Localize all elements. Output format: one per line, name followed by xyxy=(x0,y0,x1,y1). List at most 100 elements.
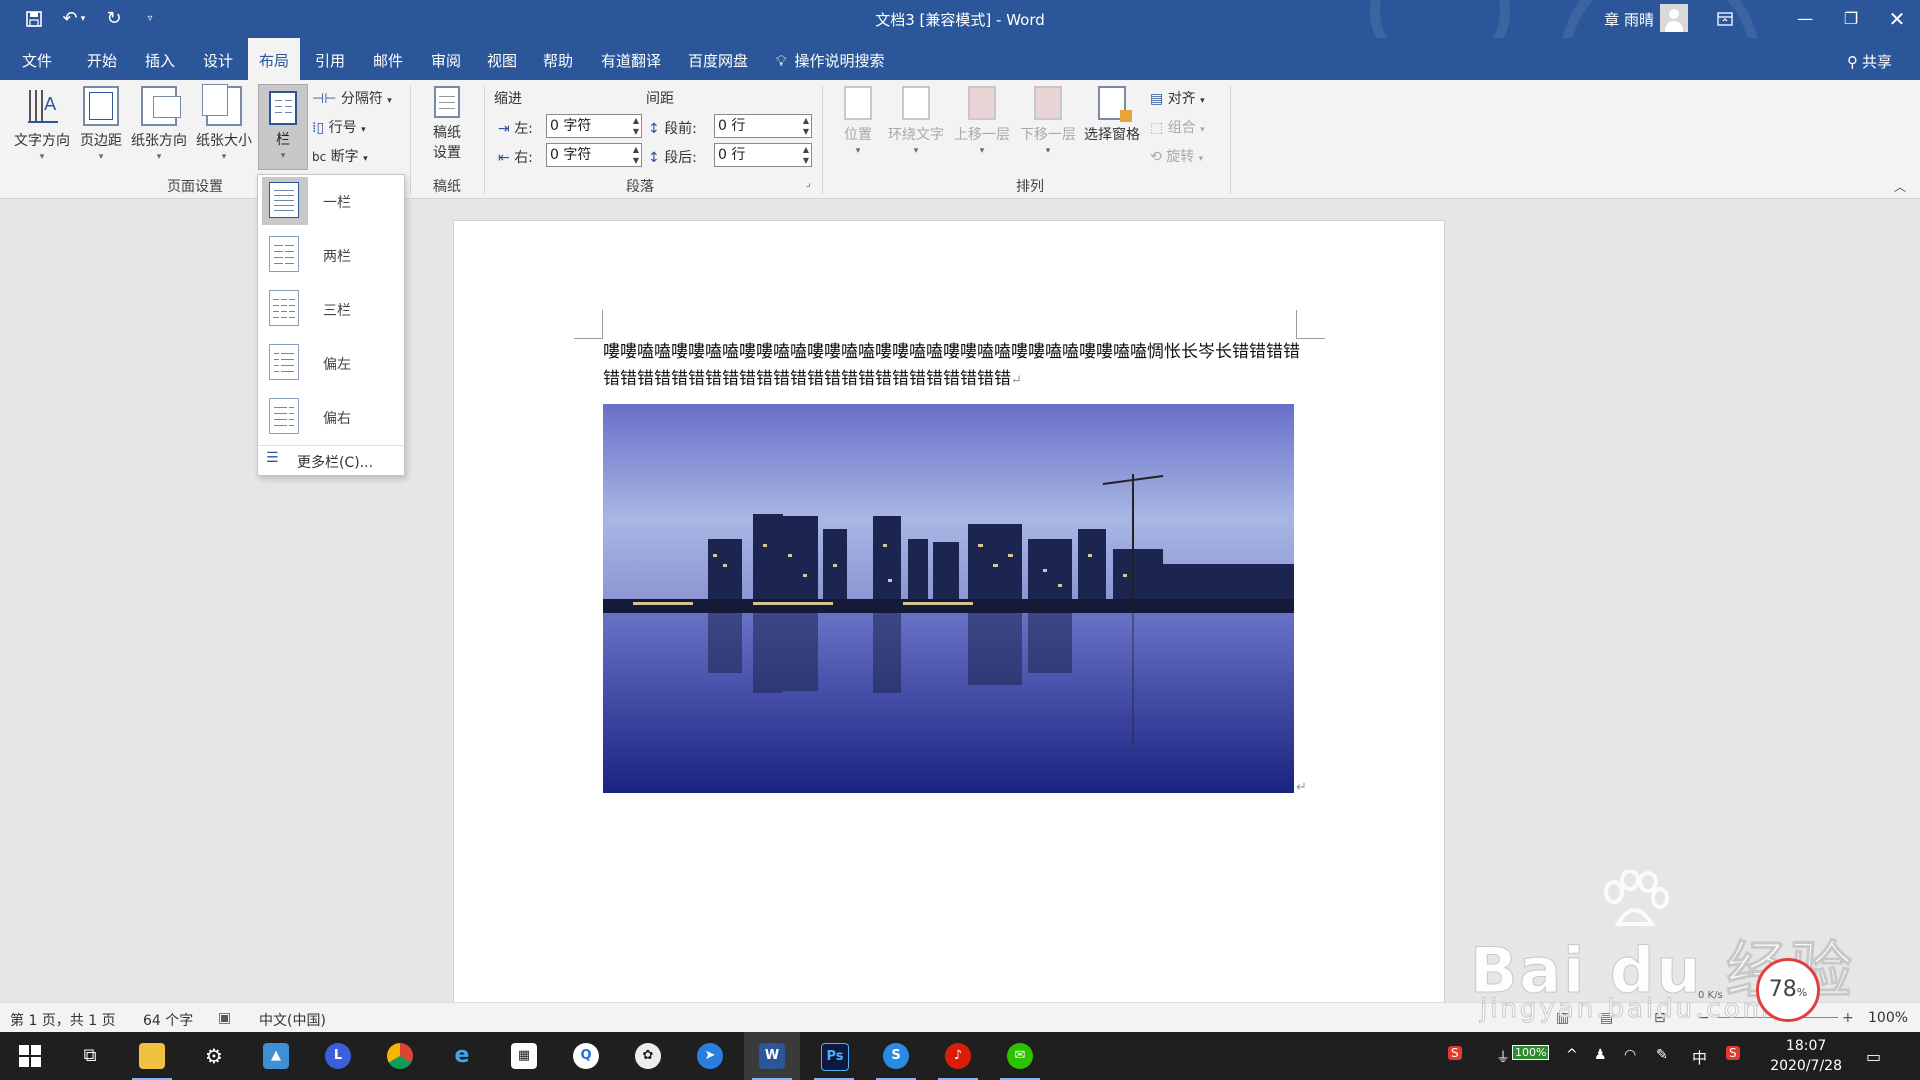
breaks-button[interactable]: ⊣⊢ 分隔符 ▾ xyxy=(312,88,392,108)
spinner-arrows-icon[interactable]: ▲ ▼ xyxy=(633,115,639,137)
space-before-label: ↕ 段前: xyxy=(648,121,697,137)
chevron-down-icon: ▾ xyxy=(979,146,985,156)
margins-icon xyxy=(83,86,119,126)
orientation-button[interactable]: 纸张方向 ▾ xyxy=(128,86,190,162)
taskbar-store[interactable]: ▦ xyxy=(496,1032,552,1080)
start-button[interactable] xyxy=(2,1032,58,1080)
taskbar-ie[interactable]: e xyxy=(434,1032,490,1080)
tab-home[interactable]: 开始 xyxy=(74,38,130,80)
notification-icon[interactable]: ▭ xyxy=(1866,1047,1881,1066)
columns-option-two[interactable]: 两栏 xyxy=(258,229,404,283)
tab-help[interactable]: 帮助 xyxy=(530,38,586,80)
align-button[interactable]: ▤ 对齐 ▾ xyxy=(1150,88,1205,108)
chevron-down-icon: ▾ xyxy=(156,152,162,162)
sogou-tray-icon[interactable]: S xyxy=(1448,1046,1462,1060)
tab-design[interactable]: 设计 xyxy=(190,38,246,80)
qq-icon[interactable]: ♟ xyxy=(1594,1047,1607,1063)
bring-forward-button[interactable]: 上移一层 ▾ xyxy=(950,86,1014,156)
columns-option-right[interactable]: 偏右 xyxy=(258,391,404,445)
document-body-text[interactable]: 嘍嘍嗑嗑嘍嘍嗑嗑嘍嘍嗑嗑嘍嘍嗑嗑嘍嘍嗑嗑嘍嘍嗑嗑嘍嘍嗑嗑嘍嘍嗑嗑惆怅长岑长错错错… xyxy=(603,339,1303,394)
columns-option-left[interactable]: 偏左 xyxy=(258,337,404,391)
more-columns-button[interactable]: ☰ 更多栏(C)... xyxy=(258,445,404,474)
person-icon: ⚲ xyxy=(1846,53,1858,71)
dialog-launcher-icon[interactable]: ⌟ xyxy=(806,178,811,189)
battery-indicator[interactable]: 100% xyxy=(1512,1045,1550,1060)
tab-view[interactable]: 视图 xyxy=(474,38,530,80)
manuscript-icon xyxy=(434,86,460,118)
spinner-arrows-icon[interactable]: ▲ ▼ xyxy=(633,144,639,166)
proofing-icon[interactable]: ▣ xyxy=(218,1010,231,1026)
taskbar: ⧉ ⚙ ▲ L e ▦ Q ✿ ➤ W Ps S ♪ ✉ S ⏚ 100% ^ … xyxy=(0,1032,1920,1080)
taskbar-clock-app[interactable]: L xyxy=(310,1032,366,1080)
columns-option-one[interactable]: 一栏 xyxy=(258,175,404,229)
taskbar-netease-music[interactable]: ♪ xyxy=(930,1032,986,1080)
position-button[interactable]: 位置 ▾ xyxy=(836,86,880,156)
tab-youdao[interactable]: 有道翻译 xyxy=(592,38,670,80)
taskbar-settings[interactable]: ⚙ xyxy=(186,1032,242,1080)
wrap-text-icon xyxy=(902,86,930,120)
group-button[interactable]: ⬚ 组合 ▾ xyxy=(1150,117,1205,137)
line-numbers-button[interactable]: ⁞▯ 行号 ▾ xyxy=(312,117,366,137)
hyphenation-button[interactable]: bc 断字 ▾ xyxy=(312,146,368,166)
taskbar-photoshop[interactable]: Ps xyxy=(806,1032,862,1080)
taskbar-feishu[interactable]: ➤ xyxy=(682,1032,738,1080)
tab-file[interactable]: 文件 xyxy=(8,38,66,80)
rotate-button[interactable]: ⟲ 旋转 ▾ xyxy=(1150,146,1203,166)
svg-text:A: A xyxy=(44,94,57,115)
task-view-button[interactable]: ⧉ xyxy=(62,1032,118,1080)
space-before-input[interactable]: 0 行 ▲ ▼ xyxy=(714,114,812,138)
columns-button[interactable]: 栏 ▾ xyxy=(258,84,308,170)
spinner-arrows-icon[interactable]: ▲ ▼ xyxy=(803,115,809,137)
text-direction-button[interactable]: A 文字方向 ▾ xyxy=(10,86,74,162)
restore-icon[interactable]: ❐ xyxy=(1828,0,1874,38)
chevron-up-icon[interactable]: ^ xyxy=(1566,1047,1578,1063)
network-speed-widget[interactable]: 78% xyxy=(1756,958,1820,1022)
system-clock[interactable]: 18:07 2020/7/28 xyxy=(1770,1036,1842,1076)
language-indicator[interactable]: 中文(中国) xyxy=(259,1010,326,1030)
taskbar-photos[interactable]: ▲ xyxy=(248,1032,304,1080)
document-image[interactable] xyxy=(603,404,1294,793)
tell-me-search[interactable]: 💡︎ 操作说明搜索 xyxy=(776,38,906,80)
minimize-icon[interactable]: — xyxy=(1782,0,1828,38)
columns-option-three[interactable]: 三栏 xyxy=(258,283,404,337)
share-button[interactable]: ⚲ 共享 xyxy=(1847,51,1892,72)
tab-baidu-pan[interactable]: 百度网盘 xyxy=(678,38,758,80)
send-backward-button[interactable]: 下移一层 ▾ xyxy=(1016,86,1080,156)
tab-mailings[interactable]: 邮件 xyxy=(360,38,416,80)
taskbar-chrome[interactable] xyxy=(372,1032,428,1080)
tab-layout[interactable]: 布局 xyxy=(248,38,300,80)
ime-indicator[interactable]: 中 xyxy=(1692,1047,1707,1068)
taskbar-wechat[interactable]: ✉ xyxy=(992,1032,1048,1080)
taskbar-search-app[interactable]: Q xyxy=(558,1032,614,1080)
power-plug-icon[interactable]: ⏚ xyxy=(1496,1047,1510,1067)
selection-pane-button[interactable]: 选择窗格 xyxy=(1080,86,1144,144)
manuscript-settings-button[interactable]: 稿纸 设置 xyxy=(420,86,474,162)
page-count[interactable]: 第 1 页，共 1 页 xyxy=(10,1010,116,1030)
ribbon-display-icon[interactable] xyxy=(1702,0,1748,38)
sogou-ime-icon[interactable]: S xyxy=(1726,1046,1740,1060)
size-button[interactable]: 纸张大小 ▾ xyxy=(192,84,256,162)
wrap-text-button[interactable]: 环绕文字 ▾ xyxy=(884,86,948,156)
spinner-arrows-icon[interactable]: ▲ ▼ xyxy=(803,144,809,166)
word-count[interactable]: 64 个字 xyxy=(143,1010,193,1030)
taskbar-file-explorer[interactable] xyxy=(124,1032,180,1080)
indent-left-input[interactable]: 0 字符 ▲ ▼ xyxy=(546,114,642,138)
indent-right-input[interactable]: 0 字符 ▲ ▼ xyxy=(546,143,642,167)
space-after-input[interactable]: 0 行 ▲ ▼ xyxy=(714,143,812,167)
tab-review[interactable]: 审阅 xyxy=(418,38,474,80)
taskbar-paint-app[interactable]: ✿ xyxy=(620,1032,676,1080)
collapse-ribbon-icon[interactable]: ︿ xyxy=(1894,178,1906,195)
user-name[interactable]: 章 雨晴 xyxy=(1604,9,1654,30)
margins-button[interactable]: 页边距 ▾ xyxy=(76,86,126,162)
tab-insert[interactable]: 插入 xyxy=(132,38,188,80)
wifi-icon[interactable]: ◠ xyxy=(1624,1047,1636,1063)
store-icon: ▦ xyxy=(511,1043,537,1069)
taskbar-word[interactable]: W xyxy=(744,1032,800,1080)
tab-references[interactable]: 引用 xyxy=(302,38,358,80)
close-icon[interactable]: ✕ xyxy=(1874,0,1920,38)
group-separator xyxy=(410,86,411,194)
avatar[interactable] xyxy=(1660,4,1688,32)
paper-size-icon xyxy=(202,84,242,126)
taskbar-sogou[interactable]: S xyxy=(868,1032,924,1080)
pen-icon[interactable]: ✎ xyxy=(1656,1047,1668,1063)
